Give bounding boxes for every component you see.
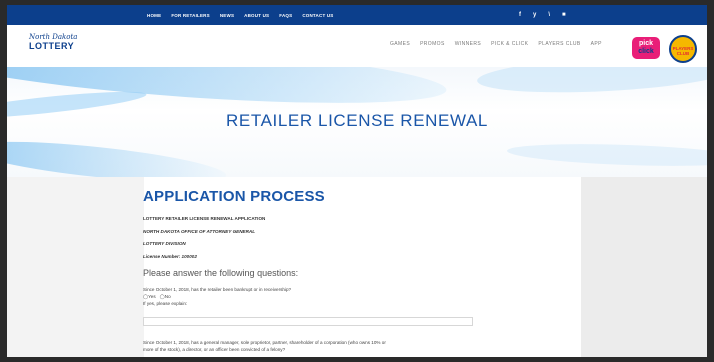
logo-wordmark: LOTTERY — [29, 41, 75, 51]
social-links: f y \ ■ — [519, 5, 566, 25]
division-name: LOTTERY DIVISION — [143, 241, 186, 246]
logo-script: North Dakota — [29, 33, 78, 41]
facebook-icon[interactable]: f — [519, 12, 521, 18]
question-bankruptcy: Since October 1, 2018, has the retailer … — [143, 287, 292, 292]
nav-players-club-link[interactable]: PLAYERS CLUB — [538, 41, 580, 47]
browser-viewport: HOME FOR RETAILERS NEWS ABOUT US FAQS CO… — [7, 5, 707, 357]
hero-swoosh — [476, 67, 707, 98]
nav-games-link[interactable]: GAMES — [390, 41, 410, 47]
explain-input[interactable] — [143, 317, 473, 326]
bankruptcy-radio-group: ◯Yes ◯No — [143, 294, 171, 300]
question-felony-cont: more of the stock), a director, or an of… — [143, 347, 286, 352]
main-nav: GAMES PROMOS WINNERS PICK & CLICK PLAYER… — [390, 41, 602, 47]
office-name: NORTH DAKOTA OFFICE OF ATTORNEY GENERAL — [143, 229, 256, 234]
players-club-badge[interactable]: PLAYERS CLUB — [669, 35, 697, 63]
nav-home-link[interactable]: HOME — [147, 13, 161, 18]
hero-swoosh — [7, 133, 228, 177]
nav-contact-link[interactable]: CONTACT US — [302, 13, 333, 18]
site-header: North Dakota LOTTERY GAMES PROMOS WINNER… — [7, 25, 707, 67]
twitter-icon[interactable]: y — [533, 12, 536, 18]
application-name: LOTTERY RETAILER LICENSE RENEWAL APPLICA… — [143, 216, 266, 221]
radio-no[interactable]: ◯No — [160, 294, 171, 300]
radio-yes[interactable]: ◯Yes — [143, 294, 156, 300]
nav-for-retailers-link[interactable]: FOR RETAILERS — [171, 13, 210, 18]
pick-click-logo[interactable]: pick click — [632, 37, 660, 59]
pick-click-line1: pick — [638, 40, 653, 47]
nav-news-link[interactable]: NEWS — [220, 13, 234, 18]
instagram-icon[interactable]: \ — [548, 12, 550, 18]
content-area — [7, 177, 707, 357]
section-heading: APPLICATION PROCESS — [143, 188, 325, 205]
utility-bar: HOME FOR RETAILERS NEWS ABOUT US FAQS CO… — [7, 5, 707, 25]
nav-promos-link[interactable]: PROMOS — [420, 41, 445, 47]
explain-label: If yes, please explain: — [143, 301, 188, 306]
page-title: RETAILER LICENSE RENEWAL — [226, 111, 488, 130]
hero-banner: RETAILER LICENSE RENEWAL — [7, 67, 707, 177]
nav-about-link[interactable]: ABOUT US — [244, 13, 269, 18]
youtube-icon[interactable]: ■ — [562, 12, 566, 18]
utility-nav: HOME FOR RETAILERS NEWS ABOUT US FAQS CO… — [147, 5, 334, 25]
nav-pick-click-link[interactable]: PICK & CLICK — [491, 41, 528, 47]
pick-click-line2: click — [638, 48, 654, 55]
nav-faqs-link[interactable]: FAQS — [279, 13, 292, 18]
questions-heading: Please answer the following questions: — [143, 268, 299, 278]
question-felony: Since October 1, 2018, has a general man… — [143, 340, 386, 345]
site-logo[interactable]: North Dakota LOTTERY — [29, 33, 81, 61]
license-number: License Number: 100002 — [143, 254, 197, 259]
hero-swoosh — [506, 140, 707, 170]
nav-winners-link[interactable]: WINNERS — [455, 41, 481, 47]
nav-app-link[interactable]: APP — [591, 41, 602, 47]
content-sidebar — [581, 177, 707, 357]
